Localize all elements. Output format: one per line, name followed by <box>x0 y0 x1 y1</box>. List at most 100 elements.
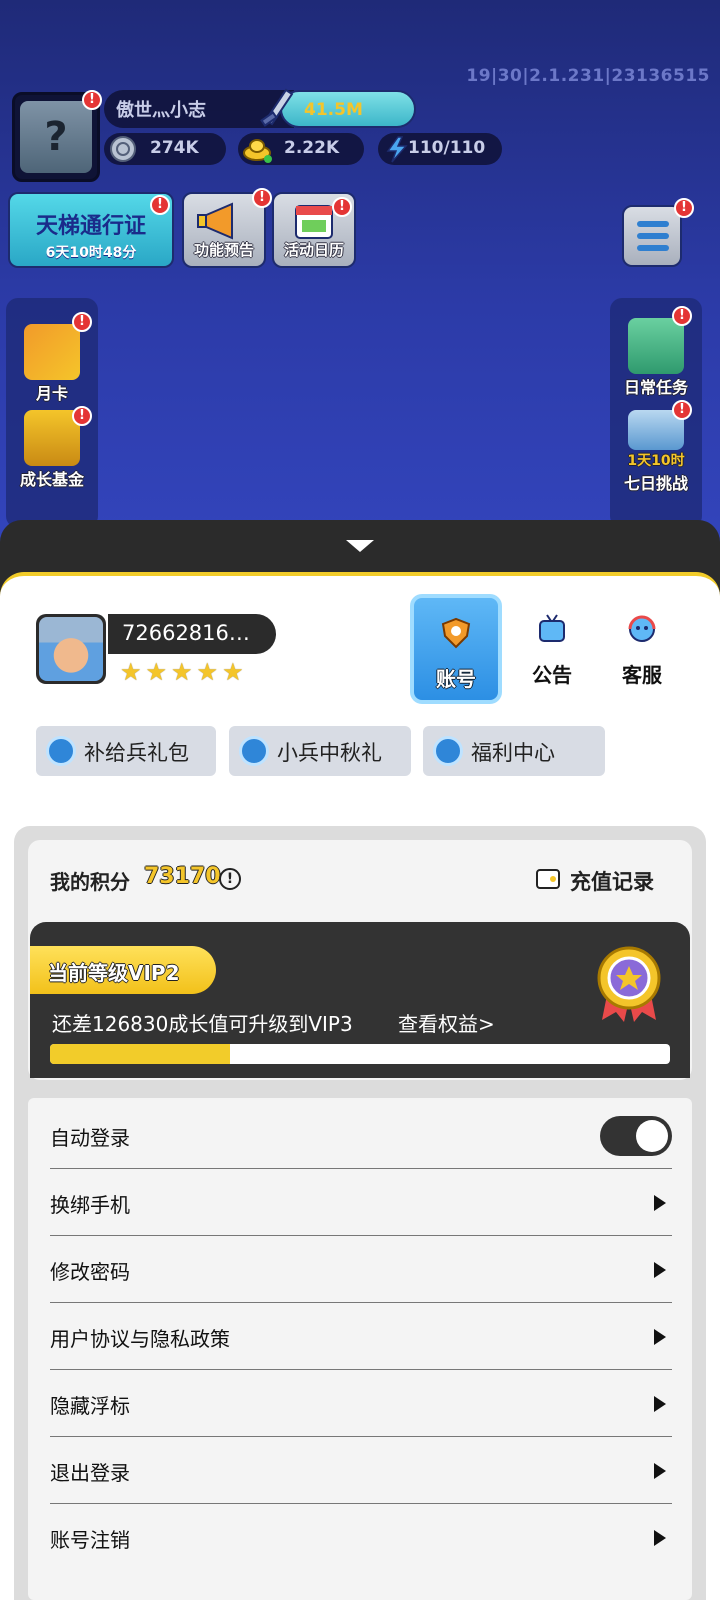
event-calendar-label: 活动日历 <box>283 241 344 259</box>
growth-fund-label: 成长基金 <box>19 470 84 489</box>
calendar-badge: ! <box>332 197 352 217</box>
settings-item-delete-account[interactable]: 账号注销 <box>50 1504 672 1571</box>
settings-item-label: 隐藏浮标 <box>50 1394 130 1418</box>
chip-welfare-center[interactable]: 福利中心 <box>423 726 605 776</box>
chevron-right-icon <box>654 1262 666 1278</box>
daily-task-button[interactable]: 日常任务 <box>610 318 702 398</box>
megaphone-icon <box>197 202 233 240</box>
pass-badge: ! <box>150 195 170 215</box>
monthly-card-label: 月卡 <box>35 384 68 403</box>
wallet-icon <box>536 869 560 889</box>
ladder-pass-title: 天梯通行证 <box>35 214 146 239</box>
settings-item-logout[interactable]: 退出登录 <box>50 1437 672 1504</box>
star-icon: ★ <box>120 658 142 686</box>
vip-progress-fill <box>50 1044 230 1064</box>
preview-badge: ! <box>252 188 272 208</box>
chevron-right-icon <box>654 1329 666 1345</box>
recharge-record-button[interactable]: 充值记录 <box>536 866 654 896</box>
chevron-right-icon <box>654 1530 666 1546</box>
seven-day-challenge-button[interactable]: 1天10时 七日挑战 <box>610 410 702 494</box>
headset-icon <box>628 615 656 642</box>
gift-icon <box>239 736 269 766</box>
menu-icon <box>637 221 669 227</box>
chevron-right-icon <box>654 1195 666 1211</box>
seven-day-challenge-label: 七日挑战 <box>623 474 688 493</box>
star-icon: ★ <box>145 658 168 686</box>
settings-item-rebind-phone[interactable]: 换绑手机 <box>50 1169 672 1236</box>
tab-account-label: 账号 <box>436 667 476 691</box>
tab-account[interactable]: 账号 <box>410 594 502 704</box>
energy-value: 110/110 <box>408 138 486 158</box>
silver-value: 274K <box>150 138 199 158</box>
chip-welfare-center-label: 福利中心 <box>471 741 555 765</box>
tab-customer-service[interactable]: 客服 <box>596 594 688 704</box>
auto-login-label: 自动登录 <box>50 1126 130 1150</box>
gold-resource[interactable]: 2.22K <box>238 133 364 165</box>
growth-fund-badge: ! <box>72 406 92 426</box>
chevron-down-icon[interactable] <box>346 540 374 552</box>
gift-icon <box>433 736 463 766</box>
tab-customer-service-label: 客服 <box>622 663 662 687</box>
settings-item-hide-float[interactable]: 隐藏浮标 <box>50 1370 672 1437</box>
user-avatar <box>36 614 106 684</box>
chip-supply-gift-label: 补给兵礼包 <box>84 741 189 765</box>
seven-day-timer: 1天10时 <box>627 453 685 469</box>
gift-icon <box>46 736 76 766</box>
seven-day-badge: ! <box>672 400 692 420</box>
power-value: 41.5M <box>280 90 416 128</box>
lightning-icon <box>386 136 408 163</box>
silver-resource: 274K <box>104 133 226 165</box>
daily-task-label: 日常任务 <box>623 378 688 397</box>
settings-item-label: 用户协议与隐私政策 <box>50 1327 230 1351</box>
unknown-avatar-icon: ? <box>20 101 92 173</box>
monthly-card-button[interactable]: 月卡 <box>6 324 98 404</box>
settings-item-label: 修改密码 <box>50 1260 130 1284</box>
main-menu-button[interactable] <box>622 205 682 267</box>
vip-progress-bar <box>50 1044 670 1064</box>
user-id: 72662816… <box>108 614 276 654</box>
silver-coin-icon <box>110 136 136 162</box>
view-benefits-link[interactable]: 查看权益> <box>398 1008 495 1037</box>
ladder-pass-timer: 6天10时48分 <box>45 245 137 261</box>
settings-item-user-agreement[interactable]: 用户协议与隐私政策 <box>50 1303 672 1370</box>
chip-supply-gift[interactable]: 补给兵礼包 <box>36 726 216 776</box>
chip-mid-autumn-gift-label: 小兵中秋礼 <box>277 741 382 765</box>
user-stars: ★ ★ ★ ★ ★ <box>120 660 244 684</box>
chip-mid-autumn-gift[interactable]: 小兵中秋礼 <box>229 726 411 776</box>
checklist-icon <box>628 318 684 374</box>
star-icon: ★ <box>171 658 193 686</box>
account-shield-icon <box>441 617 471 649</box>
monthly-card-icon <box>24 324 80 380</box>
avatar-badge: ! <box>82 90 102 110</box>
settings-item-label: 账号注销 <box>50 1528 130 1552</box>
points-value: 73170 <box>144 864 221 889</box>
tab-announcement[interactable]: 公告 <box>506 594 598 704</box>
toggle-knob <box>636 1120 668 1152</box>
tab-announcement-label: 公告 <box>532 663 572 687</box>
vip-upgrade-tip: 还差126830成长值可升级到VIP3 <box>52 1012 353 1036</box>
settings-item-change-password[interactable]: 修改密码 <box>50 1236 672 1303</box>
vip-level-tag: 当前等级VIP2 <box>30 946 216 994</box>
tv-icon <box>539 614 565 642</box>
star-icon: ★ <box>222 658 244 686</box>
energy-resource[interactable]: 110/110 <box>378 133 502 165</box>
chevron-right-icon <box>654 1396 666 1412</box>
soldier-avatar-icon <box>39 617 103 681</box>
vip-medal-icon <box>597 946 661 1022</box>
menu-badge: ! <box>674 198 694 218</box>
version-label: 19|30|2.1.231|23136515 <box>466 66 710 86</box>
gold-value: 2.22K <box>284 138 340 158</box>
auto-login-toggle[interactable] <box>600 1116 672 1156</box>
gold-ingot-icon <box>243 139 272 163</box>
info-icon[interactable]: ! <box>219 868 241 890</box>
star-icon: ★ <box>196 658 219 686</box>
sword-icon <box>260 88 294 127</box>
auto-login-row: 自动登录 <box>50 1102 672 1169</box>
monthly-card-badge: ! <box>72 312 92 332</box>
chevron-right-icon <box>654 1463 666 1479</box>
settings-item-label: 换绑手机 <box>50 1193 130 1217</box>
feature-preview-label: 功能预告 <box>193 241 254 259</box>
daily-task-badge: ! <box>672 306 692 326</box>
recharge-record-label: 充值记录 <box>570 870 654 894</box>
settings-item-label: 退出登录 <box>50 1461 130 1485</box>
